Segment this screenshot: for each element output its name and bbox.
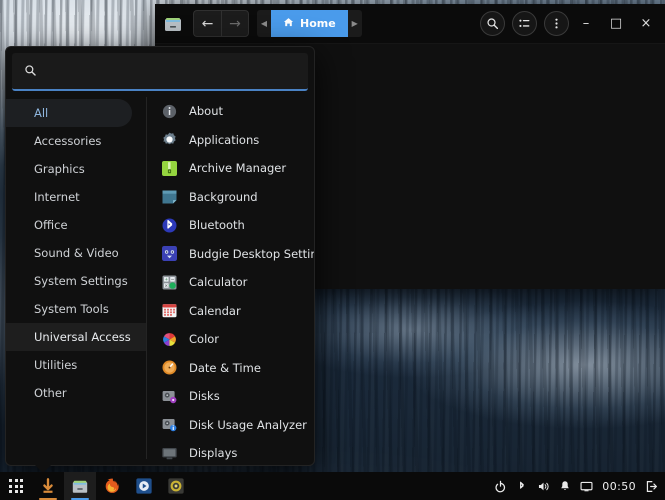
tray-bluetooth[interactable]: [516, 480, 528, 492]
back-button[interactable]: ←: [193, 10, 221, 37]
menu-app-displays[interactable]: Displays: [147, 439, 314, 465]
taskbar-panel[interactable]: 00:50: [0, 472, 665, 500]
clock[interactable]: 00:50: [602, 480, 636, 493]
taskbar-launcher-app-grid[interactable]: [0, 472, 32, 500]
maximize-button[interactable]: □: [603, 11, 629, 37]
menu-app-disks[interactable]: Disks: [147, 382, 314, 411]
tray-volume[interactable]: [537, 480, 550, 493]
taskbar-launcher-file-manager[interactable]: [64, 472, 96, 500]
taskbar-launcher-disk-utility[interactable]: [160, 472, 192, 500]
taskbar-launcher-downloads[interactable]: [32, 472, 64, 500]
overflow-menu-icon[interactable]: [544, 11, 569, 36]
minimize-button[interactable]: –: [573, 11, 599, 37]
date-time-clock-icon: [161, 359, 178, 376]
path-next-icon[interactable]: ▶: [348, 10, 362, 37]
search-icon[interactable]: [480, 11, 505, 36]
application-menu[interactable]: All Accessories Graphics Internet Office Soun…: [5, 46, 315, 466]
menu-app-bluetooth[interactable]: Bluetooth: [147, 211, 314, 240]
home-icon: [283, 17, 294, 31]
about-info-icon: [161, 103, 178, 120]
menu-app-label: Color: [189, 332, 220, 347]
svg-text:+: +: [164, 276, 168, 282]
color-wheel-icon: [161, 331, 178, 348]
menu-category-system-tools[interactable]: System Tools: [6, 295, 146, 323]
taskbar-system-tray[interactable]: 00:50: [494, 472, 665, 500]
menu-app-label: Applications: [189, 132, 260, 147]
menu-app-background[interactable]: Background: [147, 183, 314, 212]
menu-app-calculator[interactable]: + − × Calculator: [147, 268, 314, 297]
forward-button[interactable]: →: [221, 10, 249, 37]
tray-notify[interactable]: [559, 480, 571, 492]
file-manager-icon: [163, 15, 183, 33]
menu-app-label: Background: [189, 189, 258, 204]
menu-app-label: Disk Usage Analyzer: [189, 417, 307, 432]
path-prev-icon[interactable]: ◀: [257, 10, 271, 37]
menu-category-internet[interactable]: Internet: [6, 183, 146, 211]
breadcrumb-home[interactable]: Home: [271, 10, 348, 37]
menu-app-date-time[interactable]: Date & Time: [147, 354, 314, 383]
disks-icon: [161, 388, 178, 405]
menu-app-label: Displays: [189, 446, 238, 461]
background-wallpaper-icon: [161, 188, 178, 205]
displays-monitor-icon: [161, 445, 178, 462]
breadcrumb[interactable]: ◀ Home ▶: [257, 10, 362, 37]
close-button[interactable]: ×: [633, 11, 659, 37]
menu-app-color[interactable]: Color: [147, 325, 314, 354]
menu-category-list[interactable]: All Accessories Graphics Internet Office Soun…: [6, 91, 146, 465]
menu-app-label: Bluetooth: [189, 218, 245, 233]
applications-gear-icon: [161, 131, 178, 148]
search-input[interactable]: [47, 64, 296, 78]
menu-columns: All Accessories Graphics Internet Office Soun…: [6, 91, 314, 465]
taskbar-launcher-media-player[interactable]: [128, 472, 160, 500]
tray-power[interactable]: [494, 480, 507, 493]
menu-category-graphics[interactable]: Graphics: [6, 155, 146, 183]
list-view-icon[interactable]: [512, 11, 537, 36]
calendar-icon: [161, 302, 178, 319]
menu-app-label: Disks: [189, 389, 220, 404]
menu-category-utilities[interactable]: Utilities: [6, 351, 146, 379]
search-icon: [24, 62, 37, 81]
taskbar-launcher-firefox[interactable]: [96, 472, 128, 500]
menu-application-list[interactable]: About Applications Archive Manager Backgrou…: [147, 91, 314, 465]
menu-app-label: Date & Time: [189, 360, 261, 375]
menu-category-office[interactable]: Office: [6, 211, 146, 239]
menu-app-archive-manager[interactable]: Archive Manager: [147, 154, 314, 183]
budgie-settings-icon: [161, 245, 178, 262]
menu-app-label: Archive Manager: [189, 161, 287, 176]
menu-app-budgie-desktop-settings[interactable]: Budgie Desktop Settings: [147, 240, 314, 269]
disk-usage-analyzer-icon: [161, 416, 178, 433]
menu-app-about[interactable]: About: [147, 97, 314, 126]
logout-icon[interactable]: [645, 480, 658, 493]
menu-app-label: About: [189, 104, 224, 119]
calculator-icon: + − ×: [161, 274, 178, 291]
svg-text:−: −: [171, 277, 175, 282]
menu-category-sound-video[interactable]: Sound & Video: [6, 239, 146, 267]
menu-app-disk-usage-analyzer[interactable]: Disk Usage Analyzer: [147, 411, 314, 440]
tray-display[interactable]: [580, 480, 593, 493]
menu-category-other[interactable]: Other: [6, 379, 146, 407]
menu-app-applications[interactable]: Applications: [147, 126, 314, 155]
navigation-buttons[interactable]: ← →: [193, 10, 249, 37]
menu-app-calendar[interactable]: Calendar: [147, 297, 314, 326]
menu-search-box[interactable]: [12, 53, 308, 91]
breadcrumb-home-label: Home: [300, 17, 336, 30]
grid-dots-icon: [9, 479, 23, 493]
bluetooth-icon: [161, 217, 178, 234]
menu-category-universal-access[interactable]: Universal Access: [6, 323, 146, 351]
file-manager-titlebar[interactable]: ← → ◀ Home ▶ – □ ×: [155, 4, 665, 44]
svg-text:×: ×: [165, 283, 169, 288]
menu-category-system-settings[interactable]: System Settings: [6, 267, 146, 295]
menu-category-all[interactable]: All: [6, 99, 132, 127]
menu-app-label: Calculator: [189, 275, 248, 290]
archive-manager-icon: [161, 160, 178, 177]
taskbar-launchers[interactable]: [0, 472, 192, 500]
menu-app-label: Calendar: [189, 303, 241, 318]
menu-category-accessories[interactable]: Accessories: [6, 127, 146, 155]
menu-app-label: Budgie Desktop Settings: [189, 246, 314, 261]
